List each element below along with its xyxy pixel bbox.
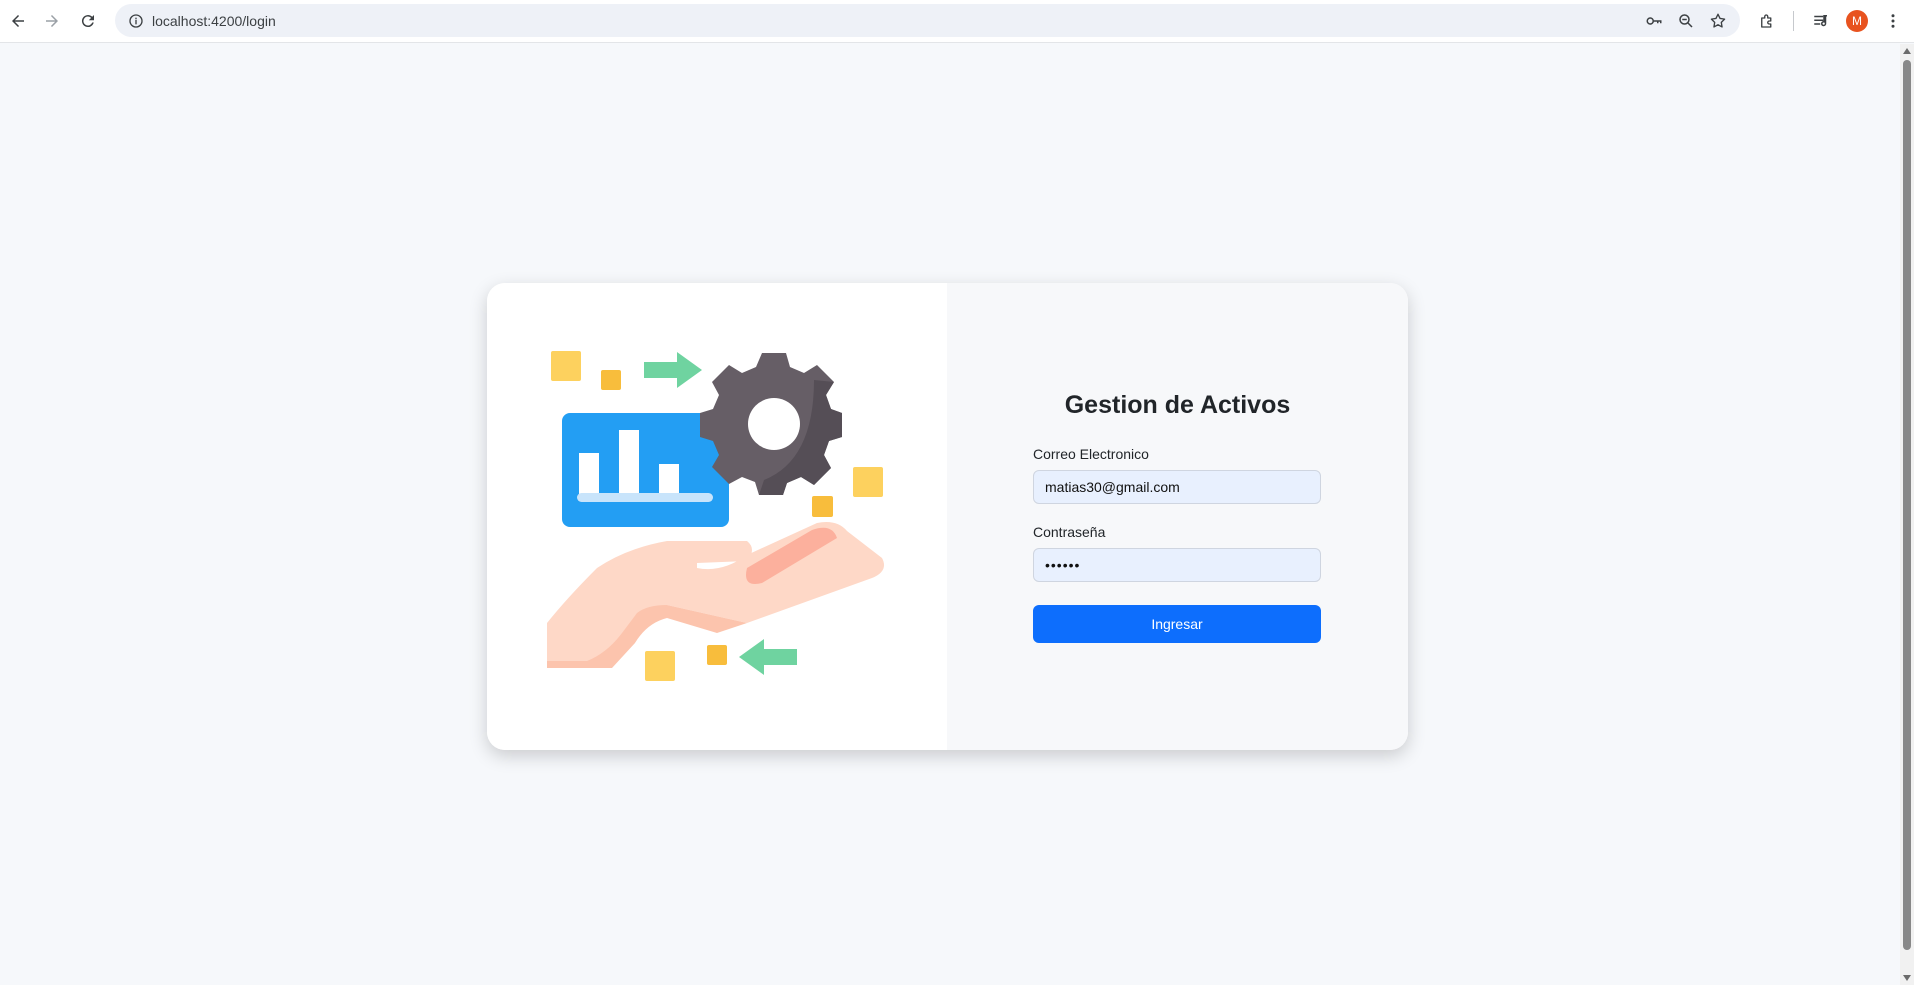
email-label: Correo Electronico — [1033, 446, 1149, 462]
url-text[interactable]: localhost:4200/login — [152, 13, 276, 29]
reload-button[interactable] — [73, 6, 103, 36]
site-info-button[interactable] — [123, 8, 148, 33]
browser-menu-button[interactable] — [1880, 8, 1906, 34]
extensions-button[interactable] — [1754, 8, 1780, 34]
login-button[interactable]: Ingresar — [1033, 605, 1321, 643]
toolbar-divider — [1793, 11, 1794, 31]
password-label: Contraseña — [1033, 524, 1106, 540]
forward-button[interactable] — [37, 6, 67, 36]
zoom-icon — [1679, 14, 1693, 28]
illustration-panel — [487, 283, 947, 750]
scroll-down-arrow-icon[interactable] — [1903, 975, 1911, 981]
site-info-icon — [128, 13, 143, 28]
page-title: Gestion de Activos — [1064, 391, 1291, 419]
menu-icon — [1891, 14, 1895, 28]
extensions-icon — [1761, 14, 1772, 28]
media-queue-button[interactable] — [1808, 8, 1834, 34]
password-field[interactable]: •••••• — [1033, 548, 1321, 582]
password-key-button[interactable] — [1642, 9, 1666, 33]
media-queue-icon — [1814, 15, 1827, 27]
address-bar[interactable]: localhost:4200/login — [115, 4, 1740, 37]
login-form-panel: Gestion de Activos Correo Electronico ma… — [947, 283, 1408, 750]
login-card: Gestion de Activos Correo Electronico ma… — [487, 283, 1408, 750]
back-icon — [12, 15, 24, 27]
back-button[interactable] — [3, 6, 33, 36]
profile-avatar[interactable]: M — [1846, 10, 1868, 32]
bookmark-star-icon — [1710, 13, 1726, 28]
password-key-icon — [1646, 17, 1662, 25]
zoom-button[interactable] — [1674, 9, 1698, 33]
page-scrollbar[interactable] — [1900, 44, 1914, 985]
asset-management-illustration — [547, 351, 885, 681]
bookmark-button[interactable] — [1706, 9, 1730, 33]
forward-icon — [46, 15, 58, 27]
scroll-up-arrow-icon[interactable] — [1903, 48, 1911, 54]
scroll-thumb[interactable] — [1903, 60, 1911, 950]
browser-toolbar: localhost:4200/login M — [0, 0, 1914, 43]
email-field[interactable]: matias30@gmail.com — [1033, 470, 1321, 504]
reload-icon — [81, 15, 94, 28]
